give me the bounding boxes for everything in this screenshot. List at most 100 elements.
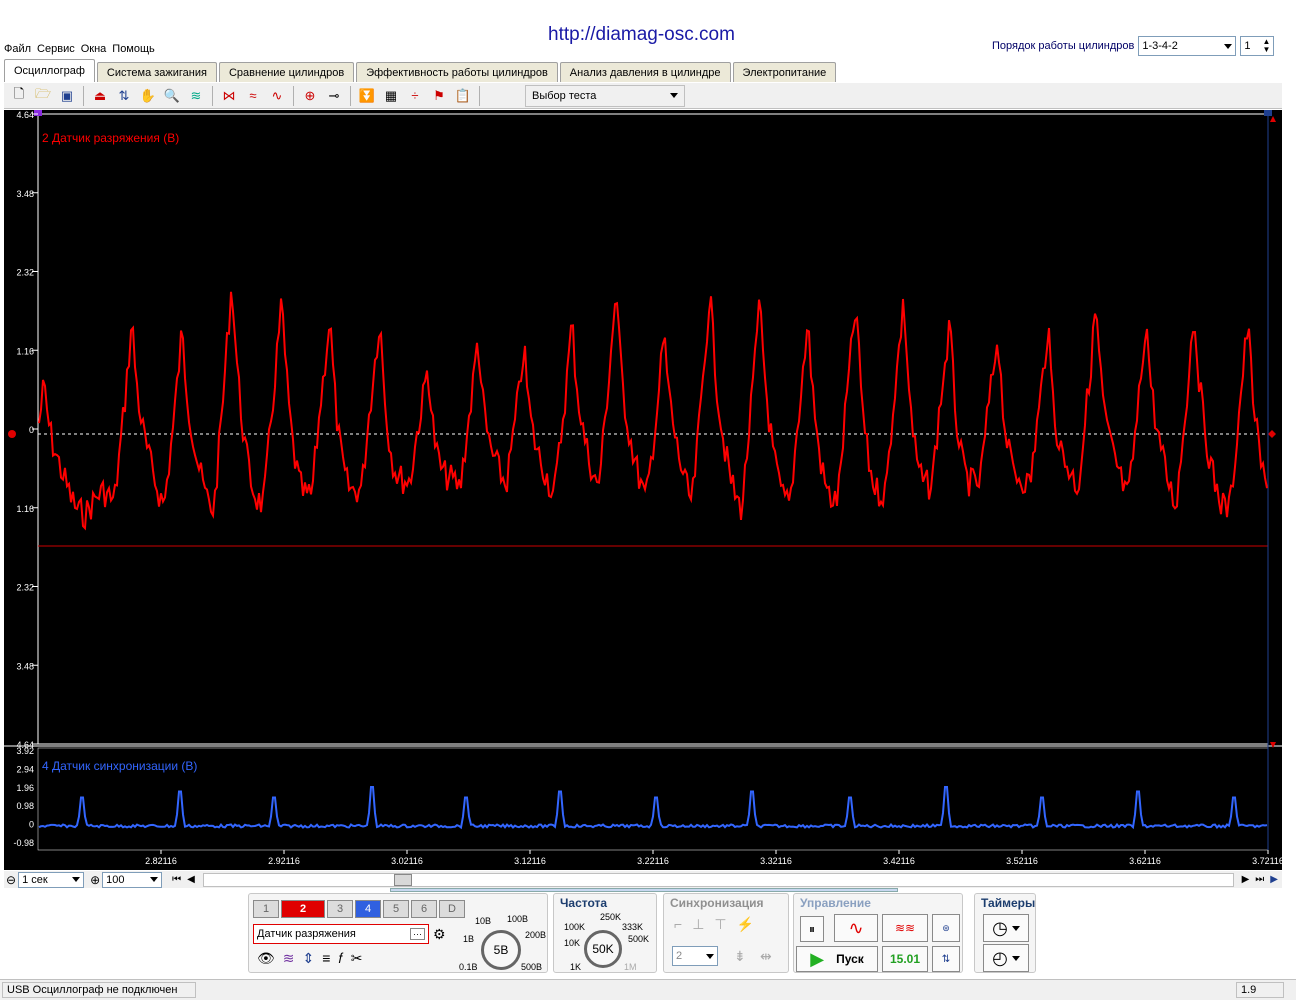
toolbar-separator (212, 85, 213, 106)
channel-2-button[interactable]: 2 (281, 900, 325, 918)
tab-power-supply[interactable]: Электропитание (732, 62, 837, 82)
trigger-icon[interactable]: ⏏ (89, 85, 111, 107)
bottom-scroll-marker[interactable] (1270, 742, 1276, 748)
tab-pressure-analysis[interactable]: Анализ давления в цилиндре (559, 62, 731, 82)
more-icon[interactable]: ··· (410, 928, 425, 940)
cylinder-count-stepper[interactable]: 1 ▲ ▼ (1240, 36, 1275, 56)
waveform-b-icon[interactable]: ≈ (242, 85, 264, 107)
menu-file[interactable]: Файл (4, 43, 31, 55)
layers-icon[interactable]: ≋ (185, 85, 207, 107)
grid-icon[interactable]: ▦ (380, 85, 402, 107)
sync-rising-icon[interactable]: ⌐ (674, 916, 682, 933)
last-page-icon[interactable]: ⏭ (1255, 874, 1264, 885)
channel-offset-marker[interactable] (8, 430, 16, 438)
channel-d-button[interactable]: D (439, 900, 465, 918)
zoom-out-icon[interactable]: ⊖ (6, 873, 16, 887)
test-select[interactable]: Выбор теста (525, 84, 685, 107)
divider-icon[interactable]: ÷ (404, 85, 426, 107)
oscilloscope-plot[interactable]: 4.643.482.321.1601.162.323.484.64 3.922.… (4, 110, 1282, 870)
sync-y-tick-label: 0 (29, 820, 34, 830)
overview-bar[interactable] (390, 888, 898, 892)
channel-3-button[interactable]: 3 (327, 900, 353, 918)
freq-label-100k: 100K (564, 922, 586, 932)
sync-step-up-icon[interactable]: ⊥ (692, 916, 704, 933)
channel-4-button[interactable]: 4 (355, 900, 381, 918)
zoom-in-icon[interactable]: ⊕ (90, 873, 100, 887)
formula-icon[interactable]: 𝑓 (338, 950, 342, 967)
right-offset-marker[interactable] (1268, 430, 1276, 438)
flag-icon[interactable]: ⚑ (428, 85, 450, 107)
play-icon: ▶ (810, 948, 825, 969)
noise-mode-button[interactable]: ≋≋ (882, 914, 928, 942)
sine-mode-button[interactable]: ∿ (834, 914, 878, 942)
sync-y-tick-label: -0.98 (13, 838, 34, 848)
open-folder-icon[interactable]: 🗁 (32, 85, 54, 107)
sync-channel-select[interactable]: 2 (672, 946, 718, 966)
pause-button[interactable]: ⏸ (800, 916, 824, 942)
channel-tools: 👁 ≋ ⇕ ≡ 𝑓 ✂ (257, 950, 363, 967)
next-page-icon[interactable]: ▶ (1242, 874, 1250, 885)
prev-page-icon[interactable]: ◀ (187, 874, 195, 885)
eye-icon[interactable]: 👁 (257, 950, 275, 967)
hand-icon[interactable]: ✋ (137, 85, 159, 107)
stepper-arrows-icon: ▲ ▼ (1262, 37, 1271, 54)
sync-level-icon[interactable]: ⇟ (734, 948, 746, 965)
menu-help[interactable]: Помощь (112, 43, 155, 55)
frequency-dial[interactable]: 50K (584, 930, 622, 968)
oscilloscope-display[interactable]: 4.64 3.48 2.32 1.16 0 1.16 2.32 3.48 4.64 3.92 2.… (4, 110, 1282, 870)
filter-icon[interactable]: ⏬ (356, 85, 378, 107)
top-scroll-marker[interactable] (1270, 116, 1276, 122)
cursor-1-marker[interactable] (34, 110, 42, 116)
status-message: USB Осциллограф не подключен (2, 982, 196, 998)
sensor-settings-icon[interactable]: ⚙ (433, 926, 446, 943)
sensor-select[interactable]: Датчик разряжения ··· (253, 924, 429, 944)
sync-spread-icon[interactable]: ⇹ (760, 948, 772, 965)
new-file-icon[interactable]: 🗋 (8, 85, 30, 107)
waveform-a-icon[interactable]: ⋈ (218, 85, 240, 107)
notes-icon[interactable]: 📋 (452, 85, 474, 107)
channel-1-button[interactable]: 1 (253, 900, 279, 918)
tab-cylinder-efficiency[interactable]: Эффективность работы цилиндров (356, 62, 558, 82)
play-icon[interactable]: ▶ (1270, 874, 1278, 885)
invert-icon[interactable]: ≋ (283, 950, 295, 967)
cylinder-order-label: Порядок работы цилиндров (992, 40, 1135, 52)
auto-record-button[interactable]: ⇅ (932, 946, 960, 972)
x-tick-label: 3.72116 (1252, 856, 1282, 866)
status-version: 1.9 (1236, 982, 1284, 998)
y-tick-label: 3.48 (16, 189, 34, 199)
zoom-icon[interactable]: 🔍 (161, 85, 183, 107)
sensor-select-value: Датчик разряжения (257, 928, 356, 940)
channel-6-button[interactable]: 6 (411, 900, 437, 918)
timer-1-button[interactable]: ◷ (983, 914, 1029, 942)
vertical-scale-icon[interactable]: ⇕ (303, 950, 315, 967)
tab-cylinder-compare[interactable]: Сравнение цилиндров (218, 62, 355, 82)
tab-ignition[interactable]: Система зажигания (96, 62, 217, 82)
first-page-icon[interactable]: ⏮ (172, 874, 181, 885)
threshold-icon[interactable]: ≡ (322, 950, 330, 967)
cylinder-order-select[interactable]: 1-3-4-2 (1138, 36, 1237, 56)
save-icon[interactable]: ▣ (56, 85, 78, 107)
tab-bar: Осциллограф Система зажигания Сравнение … (4, 59, 837, 82)
sync-custom-icon[interactable]: ⚡ (737, 916, 754, 933)
waveform-c-icon[interactable]: ∿ (266, 85, 288, 107)
volt-dial[interactable]: 5В (481, 930, 521, 970)
y-tick-label: 3.48 (16, 661, 34, 671)
zero-icon[interactable]: ⊸ (323, 85, 345, 107)
scrollbar-thumb[interactable] (393, 873, 412, 886)
tab-oscilloscope[interactable]: Осциллограф (4, 59, 95, 82)
cylinder-order-value: 1-3-4-2 (1142, 40, 1178, 52)
auto-mode-button[interactable]: ⊛ (932, 914, 960, 942)
tools-icon[interactable]: ✂ (351, 950, 363, 967)
start-button[interactable]: ▶ Пуск (796, 946, 878, 972)
timer-2-button[interactable]: ◴ (983, 944, 1029, 972)
volt-label-10: 10В (475, 916, 492, 926)
zoom-select[interactable]: 100 (102, 871, 163, 888)
time-scale-select[interactable]: 1 сек (18, 871, 85, 888)
sync-step-down-icon[interactable]: ⊤ (714, 916, 726, 933)
menu-service[interactable]: Сервис (37, 43, 75, 55)
time-scrollbar[interactable] (202, 872, 1234, 887)
auto-icon[interactable]: ⊕ (299, 85, 321, 107)
menu-windows[interactable]: Окна (81, 43, 107, 55)
cursor-icon[interactable]: ⇅ (113, 85, 135, 107)
channel-5-button[interactable]: 5 (383, 900, 409, 918)
